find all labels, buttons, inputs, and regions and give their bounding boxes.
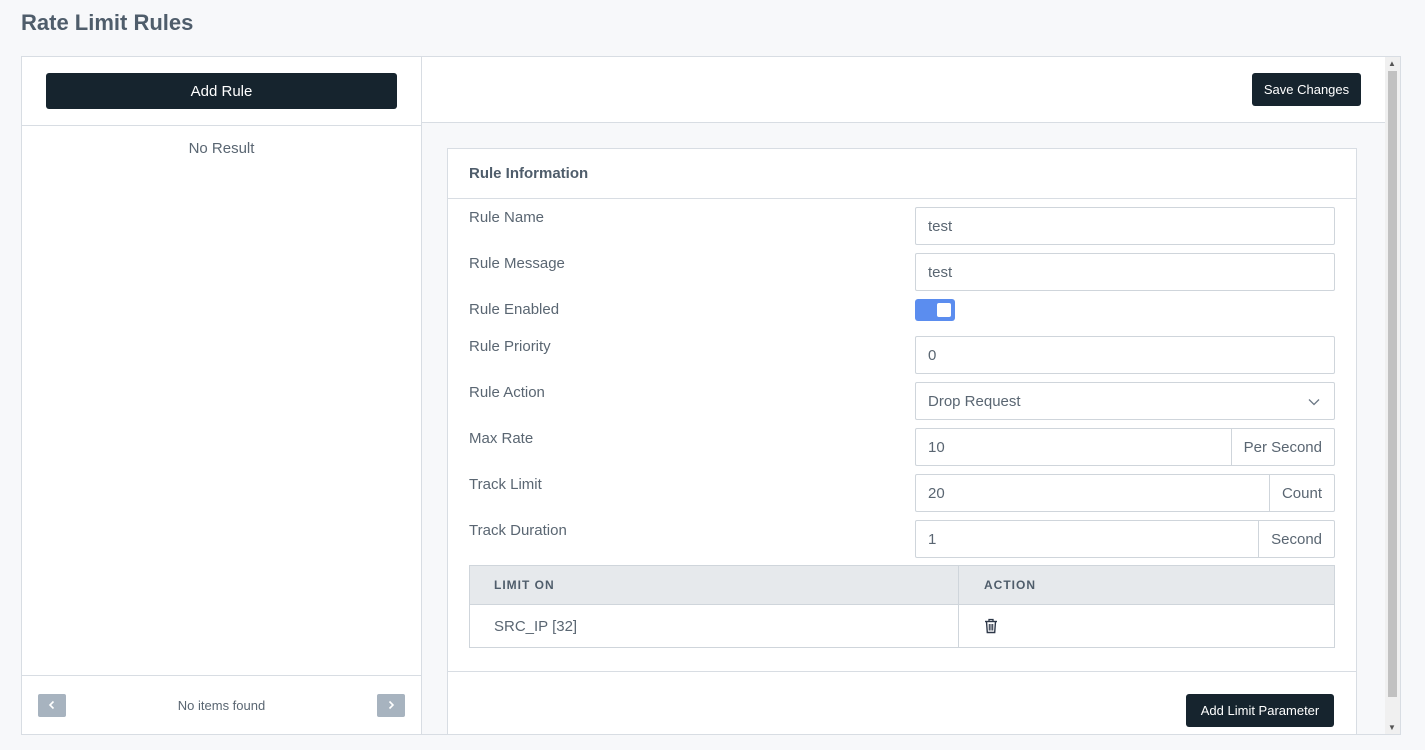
rule-enabled-label: Rule Enabled — [469, 301, 560, 318]
limit-parameters-table: LIMIT ON ACTION SRC_IP [32] — [469, 565, 1335, 648]
table-row: SRC_IP [32] — [470, 605, 1334, 647]
pagination-status: No items found — [177, 697, 266, 713]
action-cell — [959, 605, 1334, 647]
chevron-right-icon — [388, 700, 395, 710]
rule-detail-pane: Save Changes Rule Information Rule Name … — [422, 57, 1400, 734]
track-duration-unit: Second — [1258, 521, 1334, 557]
column-header-limit-on: LIMIT ON — [470, 566, 959, 604]
track-limit-unit: Count — [1268, 475, 1334, 511]
track-limit-input[interactable]: 20 Count — [915, 474, 1335, 512]
max-rate-value: 10 — [928, 438, 945, 456]
add-rule-button[interactable]: Add Rule — [46, 73, 397, 109]
rule-action-select[interactable]: Drop Request — [915, 382, 1335, 420]
save-changes-button[interactable]: Save Changes — [1252, 73, 1361, 106]
rule-action-label: Rule Action — [469, 384, 545, 401]
limit-on-cell: SRC_IP [32] — [470, 605, 959, 647]
rules-container: Add Rule No Result No items found Save C… — [21, 56, 1401, 735]
trash-icon[interactable] — [984, 618, 998, 634]
page-title: Rate Limit Rules — [21, 10, 194, 35]
chevron-down-icon — [1308, 393, 1334, 410]
scroll-thumb[interactable] — [1388, 71, 1397, 697]
track-limit-value: 20 — [928, 484, 945, 502]
rule-message-label: Rule Message — [469, 255, 565, 272]
max-rate-label: Max Rate — [469, 430, 534, 447]
next-page-button[interactable] — [377, 693, 405, 717]
rule-enabled-toggle[interactable] — [915, 299, 955, 321]
rule-message-value: test — [928, 263, 953, 281]
track-duration-value: 1 — [928, 530, 937, 548]
track-limit-label: Track Limit — [469, 476, 542, 493]
rule-priority-input[interactable]: 0 — [915, 336, 1335, 374]
max-rate-unit: Per Second — [1230, 429, 1334, 465]
rule-information-card: Rule Information Rule Name test Rule Mes… — [447, 148, 1357, 734]
rule-name-input[interactable]: test — [915, 207, 1335, 245]
card-title: Rule Information — [448, 149, 1356, 199]
vertical-scrollbar[interactable]: ▲ ▼ — [1385, 57, 1400, 734]
rule-message-input[interactable]: test — [915, 253, 1335, 291]
rule-priority-label: Rule Priority — [469, 338, 551, 355]
rules-list-pane: Add Rule No Result No items found — [22, 57, 422, 734]
track-duration-label: Track Duration — [469, 522, 567, 539]
chevron-left-icon — [48, 700, 55, 710]
column-header-action: ACTION — [984, 578, 1036, 592]
rule-name-label: Rule Name — [469, 209, 545, 226]
scroll-up-arrow-icon[interactable]: ▲ — [1388, 59, 1396, 68]
card-footer-divider — [448, 671, 1356, 672]
rule-priority-value: 0 — [928, 346, 937, 364]
empty-state-text: No Result — [188, 140, 255, 157]
scroll-down-arrow-icon[interactable]: ▼ — [1388, 723, 1396, 732]
rule-action-value: Drop Request — [928, 392, 1021, 410]
detail-toolbar: Save Changes — [422, 57, 1400, 123]
toggle-knob — [937, 303, 951, 317]
add-limit-parameter-button[interactable]: Add Limit Parameter — [1186, 694, 1334, 727]
track-duration-input[interactable]: 1 Second — [915, 520, 1335, 558]
pagination: No items found — [22, 675, 421, 734]
prev-page-button[interactable] — [38, 693, 66, 717]
add-rule-bar: Add Rule — [22, 57, 421, 126]
table-header: LIMIT ON ACTION — [470, 566, 1334, 605]
rule-name-value: test — [928, 217, 953, 235]
max-rate-input[interactable]: 10 Per Second — [915, 428, 1335, 466]
